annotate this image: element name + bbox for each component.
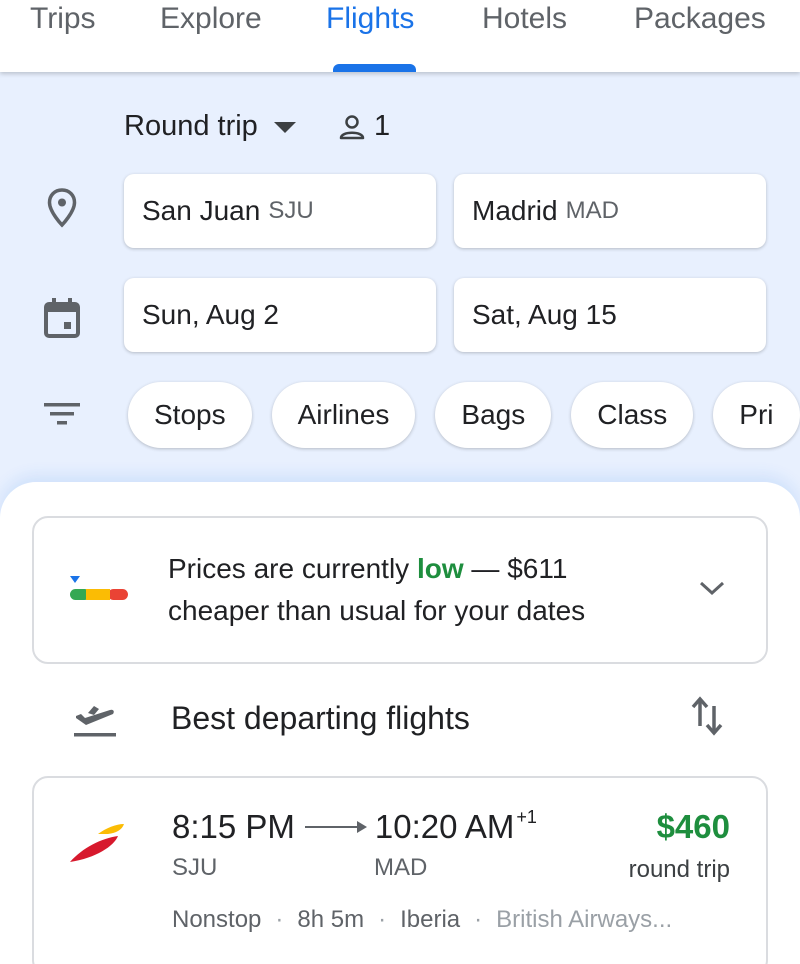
flight-price: $460 xyxy=(656,808,730,845)
takeoff-icon xyxy=(74,706,116,737)
passenger-count: 1 xyxy=(374,110,391,142)
chevron-down-icon[interactable] xyxy=(698,578,726,598)
location-pin-icon xyxy=(40,186,84,230)
return-date-field[interactable]: Sat, Aug 15 xyxy=(454,278,766,352)
depart-date: Sun, Aug 2 xyxy=(142,299,280,330)
origin-field[interactable]: San Juan SJU xyxy=(124,174,436,248)
price-insight-card[interactable]: Prices are currently low — $611 cheaper … xyxy=(32,516,768,664)
depart-airport: SJU xyxy=(172,854,218,881)
flight-meta: Nonstop · 8h 5m · Iberia · British Airwa… xyxy=(172,906,672,934)
depart-time: 8:15 PM xyxy=(172,808,295,845)
iberia-logo-icon xyxy=(70,824,124,862)
price-insight-text: Prices are currently low — $611 cheaper … xyxy=(168,548,585,632)
insight-level: low xyxy=(416,553,464,584)
tab-packages[interactable]: Packages xyxy=(634,2,766,36)
flight-times: 8:15 PM 10:20 AM +1 xyxy=(172,806,537,846)
tab-flights[interactable]: Flights xyxy=(326,2,414,36)
top-nav-tabs: Trips Explore Flights Hotels Packages xyxy=(0,0,800,72)
filter-chip-price[interactable]: Pri xyxy=(713,382,800,448)
origin-code: SJU xyxy=(268,197,314,224)
insight-line2: cheaper than usual for your dates xyxy=(168,595,586,626)
price-level-icon xyxy=(70,576,128,600)
arrow-right-icon xyxy=(304,821,367,833)
duration-info: 8h 5m xyxy=(297,906,365,933)
filter-chip-stops[interactable]: Stops xyxy=(128,382,252,448)
filter-chip-bags[interactable]: Bags xyxy=(435,382,552,448)
separator-dot: · xyxy=(474,906,483,933)
tab-hotels[interactable]: Hotels xyxy=(482,2,567,36)
section-title: Best departing flights xyxy=(171,700,470,736)
passenger-selector[interactable]: 1 xyxy=(338,110,390,143)
results-sheet: Prices are currently low — $611 cheaper … xyxy=(0,482,800,964)
destination-field[interactable]: Madrid MAD xyxy=(454,174,766,248)
airline-name: Iberia xyxy=(400,906,461,933)
day-offset: +1 xyxy=(516,806,537,827)
trip-type-label: Round trip xyxy=(124,110,258,142)
tab-trips[interactable]: Trips xyxy=(30,2,96,36)
depart-date-field[interactable]: Sun, Aug 2 xyxy=(124,278,436,352)
caret-down-icon xyxy=(273,122,296,133)
separator-dot: · xyxy=(378,906,387,933)
arrive-airport: MAD xyxy=(374,854,428,881)
stops-info: Nonstop xyxy=(172,906,262,933)
insight-prefix: Prices are currently xyxy=(168,553,410,584)
operator-name: British Airways... xyxy=(496,906,673,933)
best-flights-header: Best departing flights xyxy=(0,696,800,746)
destination-code: MAD xyxy=(565,197,619,224)
destination-city: Madrid xyxy=(472,195,558,226)
trip-type-selector[interactable]: Round trip xyxy=(124,110,296,143)
filter-chip-airlines[interactable]: Airlines xyxy=(271,382,416,448)
flight-result-card[interactable]: 8:15 PM 10:20 AM +1 SJU MAD $460 round t… xyxy=(32,776,768,964)
origin-city: San Juan xyxy=(142,195,261,226)
arrive-time: 10:20 AM xyxy=(374,808,515,845)
flight-search-form: Round trip 1 San Juan SJU Madrid MAD Sun xyxy=(0,72,800,492)
insight-suffix: — $611 xyxy=(471,553,568,584)
return-date: Sat, Aug 15 xyxy=(472,299,617,330)
active-tab-indicator xyxy=(333,64,416,72)
sort-icon[interactable] xyxy=(690,696,724,736)
filter-icon[interactable] xyxy=(40,392,84,436)
filter-chip-class[interactable]: Class xyxy=(571,382,694,448)
person-icon xyxy=(339,114,365,139)
calendar-icon xyxy=(40,296,84,340)
tab-explore[interactable]: Explore xyxy=(160,2,262,36)
price-note: round trip xyxy=(628,856,730,883)
filter-chips: Stops Airlines Bags Class Pri xyxy=(128,382,800,448)
separator-dot: · xyxy=(275,906,284,933)
